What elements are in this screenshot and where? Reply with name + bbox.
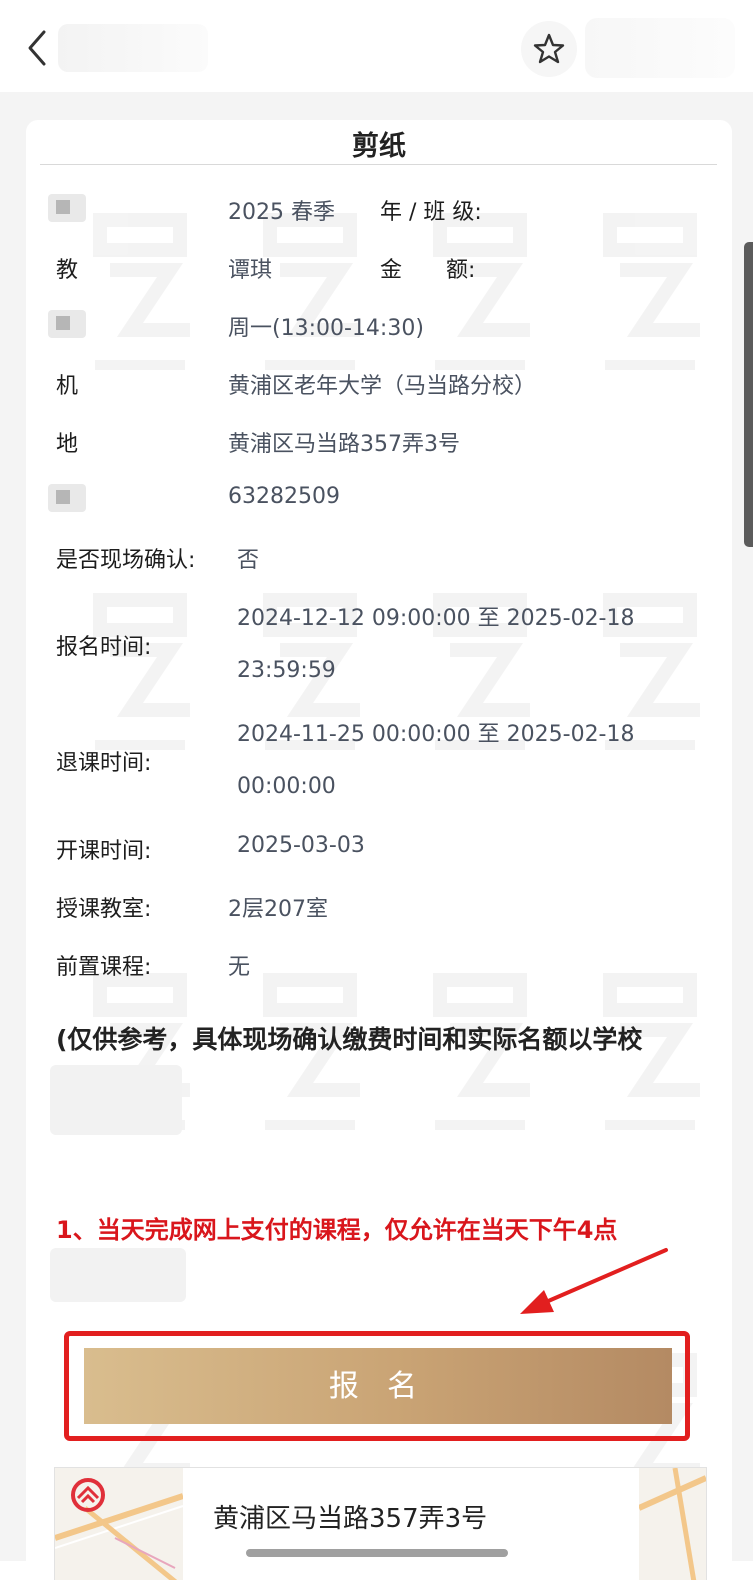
teacher-value: 谭琪 bbox=[228, 258, 273, 283]
star-icon bbox=[533, 33, 565, 64]
address-label: 地 bbox=[56, 432, 79, 457]
red-arrow-icon bbox=[520, 1248, 668, 1314]
reference-note: (仅供参考，具体现场确认缴费时间和实际名额以学校 bbox=[56, 1025, 643, 1054]
course-title: 剪纸 bbox=[352, 131, 406, 162]
blurred-text bbox=[50, 1065, 182, 1135]
phone-value: 63282509 bbox=[228, 484, 340, 509]
course-detail-card: 剪纸 2025 春季 年 / 班 级: 教 谭琪 金 额: 周一(13:00-1… bbox=[26, 120, 732, 1580]
watermark-logo bbox=[603, 213, 700, 370]
pixelated-label bbox=[48, 194, 86, 222]
location-map[interactable]: 黄浦区马当路357弄3号 bbox=[54, 1467, 707, 1580]
address-value: 黄浦区马当路357弄3号 bbox=[228, 432, 460, 457]
org-value: 黄浦区老年大学（马当路分校） bbox=[228, 374, 537, 399]
withdraw-time-label: 退课时间: bbox=[56, 751, 152, 776]
map-address-text: 黄浦区马当路357弄3号 bbox=[213, 1504, 488, 1534]
back-icon[interactable] bbox=[22, 26, 54, 70]
grade-class-label: 年 / 班 级: bbox=[380, 200, 482, 225]
watermark-logo bbox=[93, 213, 190, 370]
amount-label: 金 额: bbox=[380, 258, 476, 283]
home-indicator[interactable] bbox=[246, 1549, 508, 1557]
withdraw-time-value-line1: 2024-11-25 00:00:00 至 2025-02-18 bbox=[237, 722, 635, 747]
pixelated-label bbox=[48, 310, 86, 338]
withdraw-time-value-line2: 00:00:00 bbox=[237, 774, 336, 799]
blurred-title bbox=[58, 24, 208, 72]
title-divider bbox=[40, 164, 717, 165]
teacher-label: 教 bbox=[56, 258, 79, 283]
term-value: 2025 春季 bbox=[228, 200, 335, 225]
classroom-label: 授课教室: bbox=[56, 897, 152, 922]
watermark-logo bbox=[93, 593, 190, 750]
favorite-button[interactable] bbox=[521, 21, 577, 77]
scrollbar[interactable] bbox=[744, 242, 753, 547]
classroom-value: 2层207室 bbox=[228, 897, 328, 922]
enroll-time-value-line1: 2024-12-12 09:00:00 至 2025-02-18 bbox=[237, 606, 635, 631]
map-address-card: 黄浦区马当路357弄3号 bbox=[183, 1468, 639, 1580]
prereq-label: 前置课程: bbox=[56, 955, 152, 980]
blurred-text bbox=[50, 1248, 186, 1302]
payment-rule-note: 1、当天完成网上支付的课程，仅允许在当天下午4点 bbox=[56, 1216, 618, 1244]
org-label: 机 bbox=[56, 374, 79, 399]
class-time-value: 周一(13:00-14:30) bbox=[228, 316, 424, 341]
signup-button[interactable]: 报 名 bbox=[84, 1348, 672, 1424]
start-date-label: 开课时间: bbox=[56, 839, 152, 864]
watermark-logo bbox=[433, 213, 530, 370]
metro-icon bbox=[71, 1478, 105, 1512]
onsite-confirm-value: 否 bbox=[237, 548, 260, 573]
blurred-header-area bbox=[585, 18, 735, 78]
start-date-value: 2025-03-03 bbox=[237, 833, 365, 858]
watermark-logo bbox=[263, 213, 360, 370]
enroll-time-value-line2: 23:59:59 bbox=[237, 658, 336, 683]
top-nav-bar bbox=[0, 0, 753, 92]
onsite-confirm-label: 是否现场确认: bbox=[56, 548, 196, 573]
enroll-time-label: 报名时间: bbox=[56, 635, 152, 660]
prereq-value: 无 bbox=[228, 955, 251, 980]
pixelated-label bbox=[48, 484, 86, 512]
